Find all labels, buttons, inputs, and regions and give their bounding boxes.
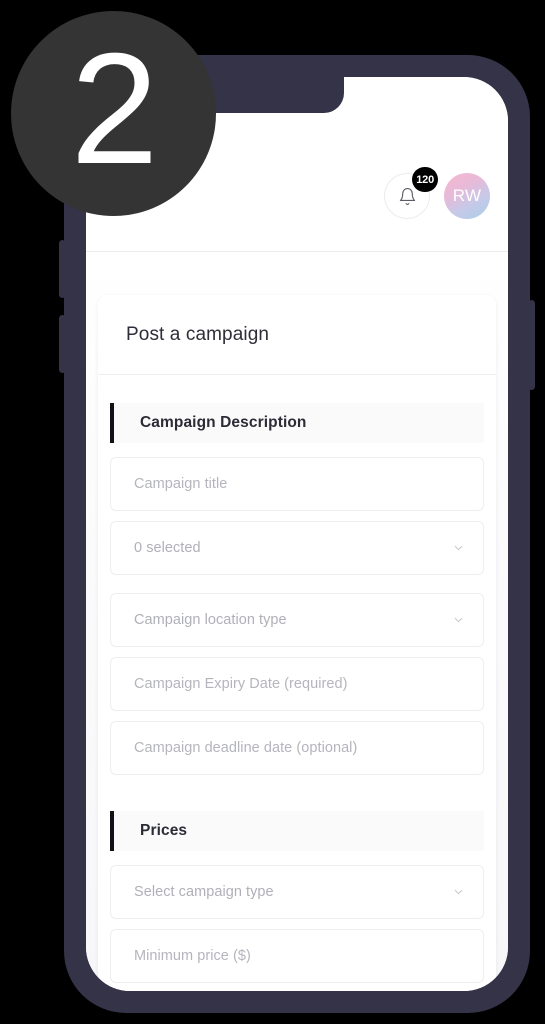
avatar-initials: RW <box>452 186 482 205</box>
field-campaign-expiry-date[interactable]: Campaign Expiry Date (required) <box>110 657 484 711</box>
section-header-campaign-description: Campaign Description <box>110 403 484 443</box>
chevron-down-icon <box>452 542 465 555</box>
post-campaign-card: Post a campaign Campaign Description Cam… <box>98 295 496 991</box>
card-body: Campaign Description Campaign title 0 se… <box>98 375 496 991</box>
content-area: Post a campaign Campaign Description Cam… <box>86 252 508 991</box>
section-title: Campaign Description <box>140 414 307 431</box>
step-badge: 2 <box>11 11 216 216</box>
avatar[interactable]: RW <box>444 173 490 219</box>
section-accent-bar <box>110 403 114 443</box>
field-campaign-location-type[interactable]: Campaign location type <box>110 593 484 647</box>
page-title: Post a campaign <box>126 323 270 345</box>
header-actions: 120 RW <box>384 167 490 219</box>
field-placeholder: 0 selected <box>134 540 201 556</box>
volume-up-button[interactable] <box>59 240 65 298</box>
field-placeholder: Campaign deadline date (optional) <box>134 740 358 756</box>
chevron-down-icon <box>452 614 465 627</box>
section-accent-bar <box>110 811 114 851</box>
field-spacer <box>110 585 484 593</box>
notification-badge: 120 <box>412 167 438 192</box>
power-button[interactable] <box>529 300 535 390</box>
field-campaign-categories[interactable]: 0 selected <box>110 521 484 575</box>
notification-button[interactable]: 120 <box>384 167 438 219</box>
field-placeholder: Campaign Expiry Date (required) <box>134 676 348 692</box>
field-placeholder: Select campaign type <box>134 884 274 900</box>
chevron-down-icon <box>452 886 465 899</box>
section-header-prices: Prices <box>110 811 484 851</box>
field-campaign-deadline-date[interactable]: Campaign deadline date (optional) <box>110 721 484 775</box>
card-header: Post a campaign <box>98 295 496 375</box>
step-number: 2 <box>70 20 159 197</box>
bell-icon <box>398 187 417 206</box>
field-placeholder: Campaign title <box>134 476 228 492</box>
section-title: Prices <box>140 822 188 839</box>
phone-screen: 120 RW Post a campaign Campaign Descript… <box>86 77 508 991</box>
volume-down-button[interactable] <box>59 315 65 373</box>
field-minimum-price[interactable]: Minimum price ($) <box>110 929 484 983</box>
field-placeholder: Campaign location type <box>134 612 287 628</box>
field-campaign-type[interactable]: Select campaign type <box>110 865 484 919</box>
field-placeholder: Minimum price ($) <box>134 948 251 964</box>
field-campaign-title[interactable]: Campaign title <box>110 457 484 511</box>
